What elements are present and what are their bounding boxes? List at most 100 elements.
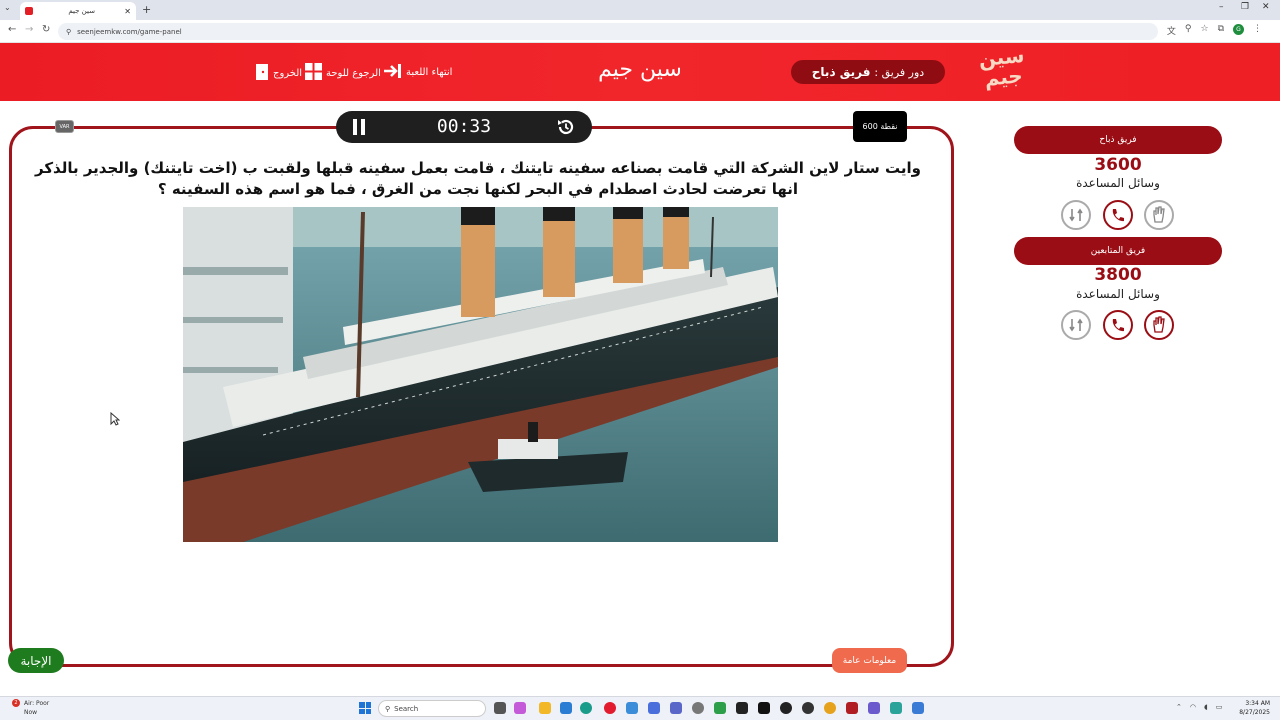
url-input[interactable]: ⚲ seenjeemkw.com/game-panel: [58, 23, 1158, 40]
weather-time: Now: [24, 709, 38, 716]
app-icon[interactable]: [670, 702, 682, 714]
file-explorer-icon[interactable]: [539, 702, 551, 714]
brand-logo: سين جيم: [977, 42, 1026, 91]
team-1-score: 3600: [1094, 155, 1142, 175]
taskbar-search[interactable]: ⚲ Search: [378, 700, 486, 717]
notification-badge: 2: [12, 699, 20, 707]
wifi-icon[interactable]: ◠: [1190, 703, 1196, 711]
forward-icon[interactable]: →: [25, 24, 33, 35]
turn-label: دور فريق :: [874, 65, 925, 79]
weather-status: Air: Poor: [24, 700, 50, 707]
swap-icon: [1069, 318, 1083, 332]
team-1-aids-label: وسائل المساعدة: [1076, 176, 1160, 190]
extensions-icon[interactable]: ⧉: [1218, 24, 1224, 37]
address-bar-row: ← → ↻ ⚲ seenjeemkw.com/game-panel 文 ⚲ ☆ …: [0, 20, 1280, 43]
site-info-icon[interactable]: ⚲: [66, 28, 71, 36]
team-2-aids-label: وسائل المساعدة: [1076, 287, 1160, 301]
door-exit-icon: [255, 63, 269, 84]
mail-icon[interactable]: [560, 702, 572, 714]
hand-icon: [1153, 206, 1165, 223]
edge-icon[interactable]: [580, 702, 592, 714]
photos-icon[interactable]: [648, 702, 660, 714]
turn-team-name: فريق ذباح: [811, 65, 871, 79]
grid-icon: [305, 63, 322, 83]
zoom-icon[interactable]: ⚲: [1185, 24, 1192, 37]
discord-icon[interactable]: [868, 702, 880, 714]
bookmark-star-icon[interactable]: ☆: [1200, 24, 1208, 37]
menu-icon[interactable]: ⋮: [1253, 24, 1262, 37]
favicon-icon: [25, 7, 33, 15]
browser-tab[interactable]: سين جيم ✕: [20, 2, 136, 20]
search-placeholder: Search: [394, 704, 419, 713]
timer-display: 00:33: [436, 116, 492, 137]
category-button[interactable]: معلومات عامة: [832, 648, 907, 673]
task-view-icon[interactable]: [494, 702, 506, 714]
taskbar-clock[interactable]: 3:34 AM 8/27/2025: [1238, 699, 1270, 717]
question-image: [183, 207, 778, 542]
points-badge: 600 نقطة: [853, 111, 907, 142]
timer-bar: 00:33: [336, 111, 592, 143]
page-title: سين جيم: [598, 57, 682, 82]
github-icon[interactable]: [802, 702, 814, 714]
battery-icon[interactable]: ▭: [1216, 703, 1223, 711]
clock-date: 8/27/2025: [1239, 709, 1270, 716]
var-button[interactable]: VAR: [55, 120, 74, 133]
tab-search-icon[interactable]: ⌄: [4, 3, 11, 12]
close-window-icon[interactable]: ✕: [1262, 2, 1270, 12]
app6-icon[interactable]: [912, 702, 924, 714]
os-taskbar: 2 Air: Poor Now ⚲ Search ⌃ ◠ ◖ ▭ 3:34 AM…: [0, 696, 1280, 720]
minimize-icon[interactable]: –: [1219, 2, 1224, 12]
end-game-label: انتهاء اللعبة: [406, 67, 453, 78]
reload-icon[interactable]: ↻: [42, 24, 50, 35]
volume-icon[interactable]: ◖: [1204, 703, 1208, 711]
answer-button[interactable]: الإجابة: [8, 648, 64, 673]
app2-icon[interactable]: [714, 702, 726, 714]
team-2-call-aid[interactable]: [1103, 310, 1133, 340]
app3-icon[interactable]: [780, 702, 792, 714]
copilot-icon[interactable]: [514, 702, 526, 714]
clock-time: 3:34 AM: [1245, 700, 1270, 707]
tab-title: سين جيم: [68, 7, 95, 15]
chrome-icon[interactable]: [824, 702, 836, 714]
turn-indicator: دور فريق : فريق ذباح: [791, 60, 945, 84]
store-icon[interactable]: [626, 702, 638, 714]
profile-avatar[interactable]: G: [1233, 24, 1244, 35]
app4-icon[interactable]: [846, 702, 858, 714]
back-icon[interactable]: ←: [8, 24, 16, 35]
team-2-swap-aid[interactable]: [1061, 310, 1091, 340]
weather-widget[interactable]: 2 Air: Poor Now: [12, 699, 49, 717]
back-to-board-label: الرجوع للوحة: [326, 67, 381, 79]
capcut-icon[interactable]: [736, 702, 748, 714]
hand-icon: [1153, 316, 1165, 333]
back-to-board-button[interactable]: الرجوع للوحة: [305, 63, 381, 83]
team-1-hand-aid[interactable]: [1144, 200, 1174, 230]
team-1-call-aid[interactable]: [1103, 200, 1133, 230]
search-icon: ⚲: [385, 704, 391, 713]
phone-icon: [1112, 209, 1124, 222]
team-1-name-bar: فريق ذباح: [1014, 126, 1222, 154]
reset-timer-icon[interactable]: [556, 117, 576, 137]
tiktok-icon[interactable]: [758, 702, 770, 714]
end-game-button[interactable]: انتهاء اللعبة: [382, 63, 452, 82]
question-text: وايت ستار لاين الشركة التي قامت بصناعه س…: [34, 159, 922, 198]
phone-icon: [1112, 319, 1124, 332]
team-1-swap-aid[interactable]: [1061, 200, 1091, 230]
translate-icon[interactable]: 文: [1167, 24, 1176, 37]
team-2-hand-aid[interactable]: [1144, 310, 1174, 340]
restore-icon[interactable]: ❐: [1241, 2, 1249, 12]
exit-button[interactable]: الخروج: [255, 63, 302, 84]
team-2-name-bar: فريق المتابعين: [1014, 237, 1222, 265]
browser-tab-bar: ⌄ سين جيم ✕ + – ❐ ✕: [0, 0, 1280, 20]
settings-gear-icon[interactable]: [692, 702, 704, 714]
start-icon[interactable]: [359, 702, 371, 714]
close-tab-icon[interactable]: ✕: [124, 7, 131, 16]
swap-icon: [1069, 208, 1083, 222]
tray-chevron-icon[interactable]: ⌃: [1176, 703, 1182, 711]
team-2-score: 3800: [1094, 265, 1142, 285]
arrow-to-line-icon: [382, 63, 402, 82]
new-tab-button[interactable]: +: [142, 3, 151, 16]
mouse-cursor-icon: [110, 411, 121, 430]
opera-icon[interactable]: [604, 702, 616, 714]
game-header: سين جيم دور فريق : فريق ذباح سين جيم انت…: [0, 43, 1280, 101]
app5-icon[interactable]: [890, 702, 902, 714]
